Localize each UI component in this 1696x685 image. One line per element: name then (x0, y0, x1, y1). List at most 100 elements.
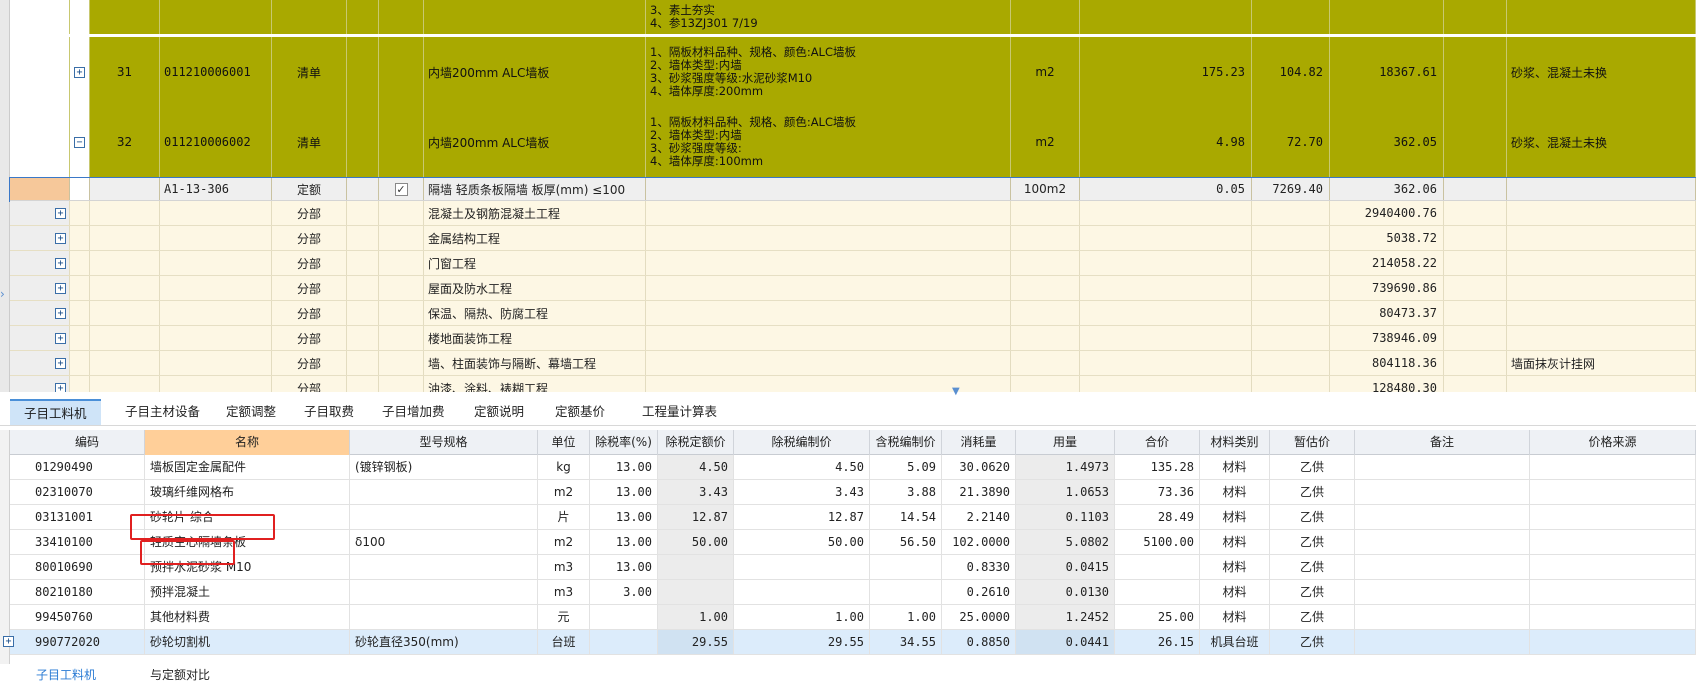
bottom-tab-1[interactable]: 与定额对比 (150, 666, 210, 684)
expand-icon[interactable]: + (55, 208, 66, 219)
expand-icon[interactable]: + (3, 636, 14, 647)
resource-cell-10[interactable]: 28.49 (1115, 505, 1200, 529)
resource-cell-12[interactable]: 乙供 (1270, 555, 1355, 579)
column-header-8[interactable]: 消耗量 (942, 430, 1016, 455)
expand-icon[interactable]: + (55, 358, 66, 369)
resource-cell-10[interactable]: 73.36 (1115, 480, 1200, 504)
section-row[interactable]: + 分部 混凝土及钢筋混凝土工程 2940400.76 (10, 201, 1696, 226)
resource-cell-13[interactable] (1355, 605, 1530, 629)
resource-cell-14[interactable] (1530, 630, 1696, 654)
tab-4[interactable]: 子目增加费 (368, 399, 459, 425)
collapse-icon[interactable]: − (74, 136, 85, 148)
section-row[interactable]: + 分部 墙、柱面装饰与隔断、幕墙工程 804118.36 墙面抹灰计挂网 (10, 351, 1696, 376)
tab-0[interactable]: 子目工料机 (10, 399, 101, 425)
tab-3[interactable]: 子目取费 (290, 399, 368, 425)
resource-cell-14[interactable] (1530, 580, 1696, 604)
resource-cell-8[interactable]: 0.2610 (942, 580, 1016, 604)
resource-cell-7[interactable]: 34.55 (870, 630, 942, 654)
resource-cell-6[interactable] (734, 555, 870, 579)
column-header-6[interactable]: 除税编制价 (734, 430, 870, 455)
resource-cell-8[interactable]: 102.0000 (942, 530, 1016, 554)
section-row[interactable]: + 分部 楼地面装饰工程 738946.09 (10, 326, 1696, 351)
resource-cell-5[interactable]: 4.50 (658, 455, 734, 479)
column-header-10[interactable]: 合价 (1115, 430, 1200, 455)
resource-cell-4[interactable]: 13.00 (590, 455, 658, 479)
resource-cell-2[interactable] (350, 480, 538, 504)
bill-item-row[interactable]: +31 011210006001 清单 内墙200mm ALC墙板 1、隔板材料品种、规… (10, 37, 1696, 107)
column-header-5[interactable]: 除税定额价 (658, 430, 734, 455)
resource-row[interactable]: 99450760 其他材料费元 1.00 1.00 1.00 25.0000 1.2452 2… (10, 605, 1696, 630)
resource-cell-3[interactable]: 片 (538, 505, 590, 529)
resource-cell-6[interactable]: 29.55 (734, 630, 870, 654)
column-header-1[interactable]: 名称 (145, 430, 350, 455)
bill-item-row[interactable]: 3、素土夯实 4、参13ZJ301 7/19 (10, 0, 1696, 34)
resource-cell-2[interactable] (350, 505, 538, 529)
resource-cell-9[interactable]: 1.2452 (1016, 605, 1115, 629)
resource-cell-12[interactable]: 乙供 (1270, 530, 1355, 554)
resource-cell-13[interactable] (1355, 505, 1530, 529)
resource-cell-4[interactable]: 13.00 (590, 555, 658, 579)
resource-cell-5[interactable]: 12.87 (658, 505, 734, 529)
resource-cell-3[interactable]: m2 (538, 480, 590, 504)
resource-cell-5[interactable] (658, 555, 734, 579)
resource-cell-12[interactable]: 乙供 (1270, 505, 1355, 529)
resource-cell-11[interactable]: 材料 (1200, 480, 1270, 504)
tab-2[interactable]: 定额调整 (212, 399, 290, 425)
resource-row[interactable]: 80210180 预拌混凝土 m3 3.00 0.2610 0.0130 材料 乙供 (10, 580, 1696, 605)
resource-cell-7[interactable] (870, 555, 942, 579)
quota-checkbox[interactable]: ✓ (394, 182, 408, 196)
column-header-3[interactable]: 单位 (538, 430, 590, 455)
column-header-4[interactable]: 除税率(%) (590, 430, 658, 455)
resource-cell-6[interactable]: 1.00 (734, 605, 870, 629)
resource-cell-12[interactable]: 乙供 (1270, 580, 1355, 604)
collapse-arrow-icon[interactable]: › (0, 287, 5, 301)
resource-cell-13[interactable] (1355, 455, 1530, 479)
resource-cell-9[interactable]: 0.0130 (1016, 580, 1115, 604)
resource-cell-9[interactable]: 0.1103 (1016, 505, 1115, 529)
resource-row[interactable]: 80010690 预拌水泥砂浆 M10 m3 13.00 0.8330 0.0415 材料乙… (10, 555, 1696, 580)
resource-cell-11[interactable]: 材料 (1200, 530, 1270, 554)
tab-5[interactable]: 定额说明 (460, 399, 538, 425)
resource-cell-10[interactable]: 26.15 (1115, 630, 1200, 654)
resource-cell-2[interactable] (350, 580, 538, 604)
resource-cell-9[interactable]: 0.0415 (1016, 555, 1115, 579)
resource-cell-13[interactable] (1355, 480, 1530, 504)
resource-cell-1[interactable]: 预拌混凝土 (145, 580, 350, 604)
resource-cell-14[interactable] (1530, 605, 1696, 629)
tab-7[interactable]: 工程量计算表 (628, 399, 731, 425)
section-row[interactable]: + 分部 金属结构工程 5038.72 (10, 226, 1696, 251)
expand-icon[interactable]: + (55, 233, 66, 244)
resource-cell-2[interactable] (350, 555, 538, 579)
resource-cell-11[interactable]: 材料 (1200, 605, 1270, 629)
resource-cell-1[interactable]: 其他材料费 (145, 605, 350, 629)
resource-cell-6[interactable]: 4.50 (734, 455, 870, 479)
resource-cell-3[interactable]: m3 (538, 580, 590, 604)
resource-cell-7[interactable]: 1.00 (870, 605, 942, 629)
resource-cell-12[interactable]: 乙供 (1270, 630, 1355, 654)
resource-cell-11[interactable]: 材料 (1200, 505, 1270, 529)
resource-cell-2[interactable] (350, 605, 538, 629)
resource-cell-10[interactable] (1115, 580, 1200, 604)
section-row[interactable]: + 分部 油漆、涂料、裱糊工程 128480.30 (10, 376, 1696, 392)
resource-cell-11[interactable]: 机具台班 (1200, 630, 1270, 654)
resource-cell-12[interactable]: 乙供 (1270, 480, 1355, 504)
section-row[interactable]: + 分部 屋面及防水工程 739690.86 (10, 276, 1696, 301)
resource-cell-2[interactable]: 砂轮直径350(mm) (350, 630, 538, 654)
resource-cell-1[interactable]: 砂轮切割机 (145, 630, 350, 654)
bottom-tab-0[interactable]: 子目工料机 (36, 666, 96, 684)
expand-icon[interactable]: + (55, 308, 66, 319)
resource-cell-6[interactable]: 12.87 (734, 505, 870, 529)
resource-cell-9[interactable]: 0.0441 (1016, 630, 1115, 654)
column-header-12[interactable]: 暂估价 (1270, 430, 1355, 455)
resource-cell-13[interactable] (1355, 580, 1530, 604)
expand-icon[interactable]: + (74, 66, 85, 78)
resource-cell-3[interactable]: m3 (538, 555, 590, 579)
resource-cell-7[interactable] (870, 580, 942, 604)
resource-cell-14[interactable] (1530, 555, 1696, 579)
resource-cell-10[interactable]: 135.28 (1115, 455, 1200, 479)
column-header-7[interactable]: 含税编制价 (870, 430, 942, 455)
resource-cell-1[interactable]: 玻璃纤维网格布 (145, 480, 350, 504)
resource-cell-6[interactable]: 3.43 (734, 480, 870, 504)
resource-cell-5[interactable]: 3.43 (658, 480, 734, 504)
resource-cell-4[interactable]: 13.00 (590, 505, 658, 529)
